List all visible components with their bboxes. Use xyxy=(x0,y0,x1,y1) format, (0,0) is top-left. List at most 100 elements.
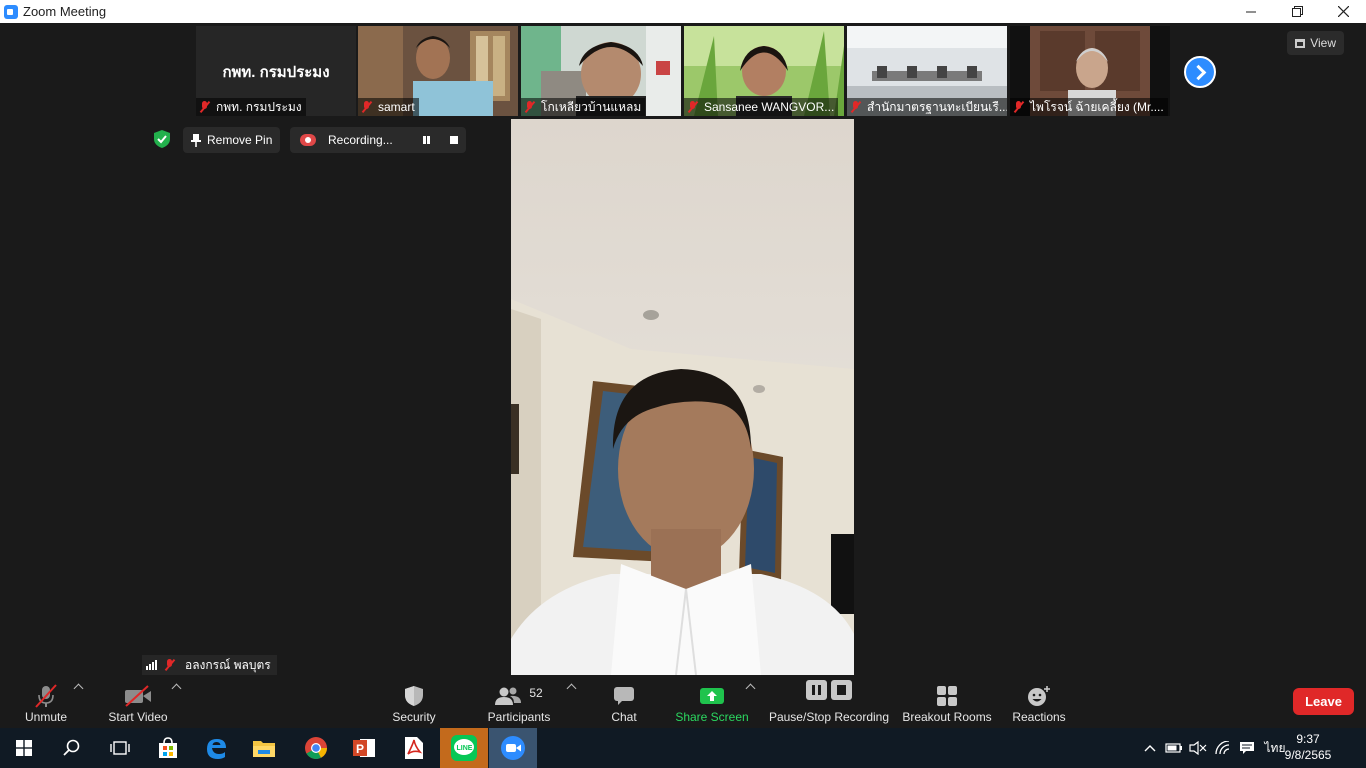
leave-button[interactable]: Leave xyxy=(1293,688,1354,715)
taskbar-app-edge[interactable] xyxy=(192,728,240,768)
participants-options-chevron-icon[interactable] xyxy=(566,683,577,694)
taskbar-app-file-explorer[interactable] xyxy=(240,728,288,768)
zoom-icon xyxy=(501,736,525,760)
security-label: Security xyxy=(392,710,436,724)
participant-nameplate: samart xyxy=(358,98,419,116)
start-video-button[interactable]: Start Video xyxy=(106,679,170,725)
breakout-rooms-label: Breakout Rooms xyxy=(902,710,992,724)
taskbar-app-powerpoint[interactable]: P xyxy=(340,728,388,768)
active-speaker-name: อลงกรณ์ พลบุตร xyxy=(185,657,271,672)
taskbar-app-acrobat[interactable] xyxy=(390,728,438,768)
participant-thumbnail[interactable]: โกเหลียวบ้านแหลม xyxy=(521,26,681,116)
start-video-label: Start Video xyxy=(108,710,168,724)
participants-button[interactable]: 52 Participants xyxy=(485,679,553,725)
window-controls xyxy=(1228,0,1366,23)
participant-name: โกเหลียวบ้านแหลม xyxy=(541,99,642,114)
participant-thumbnail[interactable]: กพท. กรมประมง กพท. กรมประมง xyxy=(196,26,356,116)
svg-text:LINE: LINE xyxy=(457,745,473,752)
window-titlebar: Zoom Meeting xyxy=(0,0,1366,23)
video-off-icon xyxy=(124,683,152,709)
mic-muted-icon xyxy=(199,101,211,113)
acrobat-icon xyxy=(405,737,423,759)
participant-thumbnail[interactable]: Sansanee WANGVOR... xyxy=(684,26,844,116)
participant-thumbnail[interactable]: ไพโรจน์ ฉ้ายเคลี้ยง (Mr.... xyxy=(1010,26,1170,116)
task-view-button[interactable] xyxy=(96,728,144,768)
breakout-rooms-icon xyxy=(936,683,958,709)
view-icon xyxy=(1295,38,1306,48)
restore-button[interactable] xyxy=(1274,0,1320,23)
participant-nameplate: โกเหลียวบ้านแหลม xyxy=(521,98,646,116)
unmute-button[interactable]: Unmute xyxy=(20,679,72,725)
windows-logo-icon xyxy=(16,740,32,756)
network-tray-button[interactable] xyxy=(1212,728,1234,768)
next-page-button[interactable] xyxy=(1184,56,1216,88)
active-speaker-nameplate: อลงกรณ์ พลบุตร xyxy=(142,655,277,675)
unmute-label: Unmute xyxy=(24,710,68,724)
windows-start-button[interactable] xyxy=(0,728,48,768)
participant-thumbnail[interactable]: samart xyxy=(358,26,518,116)
video-options-chevron-icon[interactable] xyxy=(171,683,182,694)
remove-pin-button[interactable]: Remove Pin xyxy=(183,127,281,153)
close-button[interactable] xyxy=(1320,0,1366,23)
taskbar-app-zoom[interactable] xyxy=(489,728,537,768)
participant-name: สำนักมาตรฐานทะเบียนเรื... xyxy=(867,99,1007,114)
task-view-icon xyxy=(110,741,130,755)
reactions-button[interactable]: Reactions xyxy=(1010,679,1068,725)
stop-icon xyxy=(831,680,852,700)
chevron-up-icon xyxy=(1144,745,1156,752)
stop-recording-icon[interactable] xyxy=(450,136,458,144)
pause-icon xyxy=(806,680,827,700)
mic-muted-icon xyxy=(524,101,536,113)
zoom-app-icon xyxy=(4,4,18,19)
chrome-icon xyxy=(305,737,327,759)
active-speaker-video xyxy=(511,119,854,675)
show-hidden-icons-button[interactable] xyxy=(1140,728,1160,768)
mic-muted-icon xyxy=(164,659,176,671)
share-screen-icon xyxy=(699,683,725,709)
taskbar-search-button[interactable] xyxy=(48,728,96,768)
battery-tray-button[interactable] xyxy=(1163,728,1185,768)
recording-label: Recording... xyxy=(328,133,393,147)
pause-recording-icon[interactable] xyxy=(422,135,432,145)
folder-icon xyxy=(253,741,275,757)
view-button[interactable]: View xyxy=(1287,31,1344,55)
participant-name: Sansanee WANGVOR... xyxy=(704,100,835,114)
action-center-button[interactable] xyxy=(1236,728,1258,768)
connection-signal-icon xyxy=(146,660,157,670)
audio-options-chevron-icon[interactable] xyxy=(73,683,84,694)
share-screen-label: Share Screen xyxy=(675,710,749,724)
pause-stop-recording-label: Pause/Stop Recording xyxy=(768,710,890,724)
participant-display-name: กพท. กรมประมง xyxy=(222,64,330,81)
recording-controls-icons xyxy=(806,677,852,703)
recording-indicator: Recording... xyxy=(290,127,466,153)
chat-button[interactable]: Chat xyxy=(604,679,644,725)
minimize-button[interactable] xyxy=(1228,0,1274,23)
wifi-icon xyxy=(1215,741,1230,755)
clock-time: 9:37 xyxy=(1296,732,1320,746)
store-icon xyxy=(159,737,177,758)
participant-nameplate: สำนักมาตรฐานทะเบียนเรื... xyxy=(847,98,1007,116)
pause-stop-recording-button[interactable]: Pause/Stop Recording xyxy=(768,677,890,725)
taskbar-clock[interactable]: 9:37 9/8/2565 xyxy=(1278,731,1338,763)
view-button-label: View xyxy=(1310,36,1336,50)
reactions-icon xyxy=(1027,683,1051,709)
taskbar-app-line[interactable]: LINE xyxy=(440,728,488,768)
participants-label: Participants xyxy=(487,710,551,724)
participants-icon xyxy=(495,687,522,705)
participant-name: กพท. กรมประมง xyxy=(216,99,302,114)
taskbar-app-chrome[interactable] xyxy=(292,728,340,768)
breakout-rooms-button[interactable]: Breakout Rooms xyxy=(902,679,992,725)
participant-thumbnail[interactable]: สำนักมาตรฐานทะเบียนเรื... xyxy=(847,26,1007,116)
taskbar-app-store[interactable] xyxy=(144,728,192,768)
chat-label: Chat xyxy=(611,710,637,724)
share-screen-button[interactable]: Share Screen xyxy=(675,679,749,725)
mic-muted-icon xyxy=(361,101,373,113)
encryption-shield-icon[interactable] xyxy=(151,128,173,150)
participants-count: 52 xyxy=(529,686,543,700)
security-button[interactable]: Security xyxy=(388,679,440,725)
shield-icon xyxy=(404,683,424,709)
edge-icon xyxy=(207,739,226,759)
pin-icon xyxy=(191,133,201,147)
powerpoint-icon: P xyxy=(353,739,375,757)
volume-tray-button[interactable] xyxy=(1187,728,1209,768)
